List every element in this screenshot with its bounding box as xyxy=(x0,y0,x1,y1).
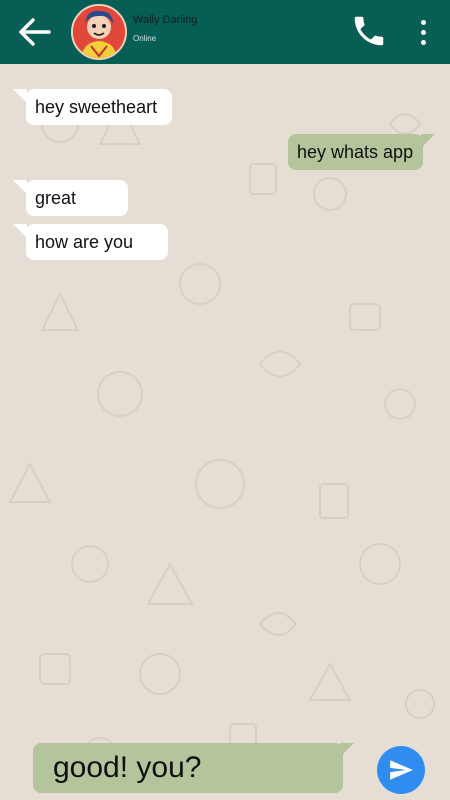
send-icon xyxy=(390,760,413,780)
back-button[interactable] xyxy=(14,14,54,50)
more-vertical-icon xyxy=(420,19,426,25)
arrow-left-icon xyxy=(19,18,51,46)
message-bubble-incoming[interactable]: how are you xyxy=(26,224,168,260)
phone-icon xyxy=(354,16,384,46)
contact-status: Online xyxy=(133,34,157,43)
send-button[interactable] xyxy=(377,746,425,794)
message-bubble-incoming[interactable]: great xyxy=(26,180,128,216)
more-options-button[interactable] xyxy=(413,14,433,50)
message-bubble-incoming[interactable]: hey sweetheart xyxy=(26,89,172,125)
contact-name[interactable]: Wally Darling xyxy=(133,14,197,26)
avatar-image xyxy=(73,6,125,58)
message-bubble-outgoing[interactable]: hey whats app xyxy=(288,134,423,170)
message-input[interactable]: good! you? xyxy=(33,743,343,793)
chat-wallpaper-pattern xyxy=(8,101,435,771)
call-button[interactable] xyxy=(350,12,388,50)
chat-header: Wally Darling Online xyxy=(0,0,450,64)
avatar[interactable] xyxy=(71,4,127,60)
chat-area[interactable]: hey sweetheart hey whats app great how a… xyxy=(0,64,450,800)
